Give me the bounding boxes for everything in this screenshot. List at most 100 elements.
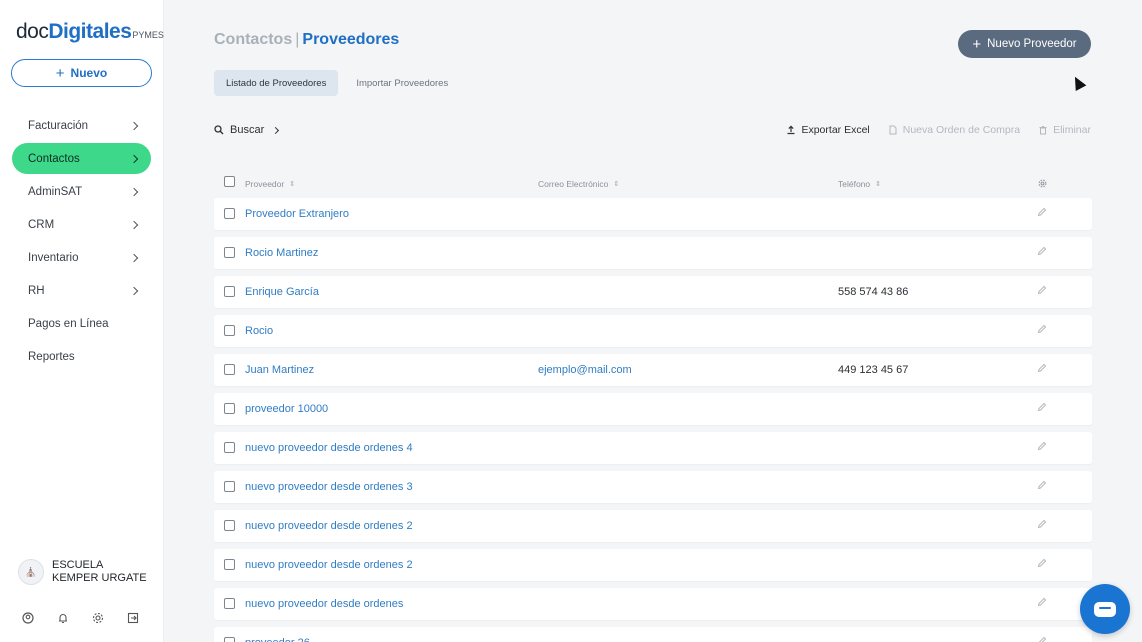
supplier-name-link[interactable]: nuevo proveedor desde ordenes 2 xyxy=(245,559,413,571)
table-row[interactable]: nuevo proveedor desde ordenes xyxy=(214,588,1092,620)
pencil-icon[interactable] xyxy=(1037,246,1049,258)
sidebar-item-label: AdminSAT xyxy=(28,185,83,198)
search-toggle[interactable]: Buscar xyxy=(214,124,280,136)
row-checkbox[interactable] xyxy=(224,637,235,642)
column-settings-icon[interactable] xyxy=(1038,179,1047,188)
select-all-checkbox[interactable] xyxy=(224,176,235,187)
chevron-right-icon xyxy=(129,154,139,163)
breadcrumb-separator: | xyxy=(295,31,300,48)
pencil-icon[interactable] xyxy=(1037,207,1049,219)
table-row[interactable]: Rocio Martinez xyxy=(214,237,1092,269)
new-button[interactable]: + Nuevo xyxy=(11,59,152,87)
sidebar-item-adminsat[interactable]: AdminSAT xyxy=(12,176,151,207)
supplier-name-link[interactable]: nuevo proveedor desde ordenes 3 xyxy=(245,481,413,493)
row-checkbox[interactable] xyxy=(224,598,235,609)
row-checkbox[interactable] xyxy=(224,247,235,258)
sort-icon: ⇕ xyxy=(289,181,296,188)
column-telefono[interactable]: Teléfono ⇕ xyxy=(838,179,881,189)
chat-support-button[interactable] xyxy=(1080,584,1130,634)
sidebar-item-label: Pagos en Línea xyxy=(28,317,109,330)
pencil-icon[interactable] xyxy=(1037,480,1049,492)
row-checkbox[interactable] xyxy=(224,364,235,375)
tab-importar[interactable]: Importar Proveedores xyxy=(344,70,460,96)
sidebar: docDigitalesPYMES + Nuevo Facturación Con… xyxy=(0,0,164,642)
table-header: Proveedor ⇕ Correo Electrónico ⇕ Teléfono ⇕ xyxy=(214,174,1092,194)
supplier-table-body: Proveedor Extranjero Rocio Martinez Enriqu… xyxy=(214,198,1092,642)
table-row[interactable]: Rocio xyxy=(214,315,1092,347)
supplier-name-link[interactable]: proveedor 10000 xyxy=(245,403,328,415)
table-row[interactable]: proveedor 10000 xyxy=(214,393,1092,425)
row-checkbox[interactable] xyxy=(224,403,235,414)
pencil-icon[interactable] xyxy=(1037,285,1049,297)
row-checkbox[interactable] xyxy=(224,208,235,219)
new-purchase-order-button[interactable]: Nueva Orden de Compra xyxy=(888,124,1020,136)
logo-pymes-text: PYMES xyxy=(132,30,164,40)
company-info[interactable]: ⛪ ESCUELA KEMPER URGATE xyxy=(18,559,152,585)
pencil-icon[interactable] xyxy=(1037,597,1049,609)
upload-icon xyxy=(787,125,795,135)
tab-listado[interactable]: Listado de Proveedores xyxy=(214,70,339,96)
pencil-icon[interactable] xyxy=(1037,558,1049,570)
table-row[interactable]: nuevo proveedor desde ordenes 2 xyxy=(214,549,1092,581)
new-purchase-order-label: Nueva Orden de Compra xyxy=(902,124,1021,136)
column-proveedor[interactable]: Proveedor ⇕ xyxy=(245,179,295,189)
table-row[interactable]: nuevo proveedor desde ordenes 2 xyxy=(214,510,1092,542)
column-proveedor-label: Proveedor xyxy=(245,179,285,189)
pencil-icon[interactable] xyxy=(1037,402,1049,414)
tab-importar-label: Importar Proveedores xyxy=(356,77,449,89)
column-correo-label: Correo Electrónico xyxy=(538,179,609,189)
table-row[interactable]: nuevo proveedor desde ordenes 4 xyxy=(214,432,1092,464)
supplier-name-link[interactable]: proveedor 26 xyxy=(245,637,310,642)
pencil-icon[interactable] xyxy=(1037,519,1049,531)
sidebar-bottom-icons xyxy=(22,612,139,624)
table-row[interactable]: Juan Martinez ejemplo@mail.com 449 123 45 … xyxy=(214,354,1092,386)
delete-label: Eliminar xyxy=(1053,124,1091,136)
new-supplier-button[interactable]: + Nuevo Proveedor xyxy=(958,30,1091,58)
sidebar-item-pagos-en-línea[interactable]: Pagos en Línea xyxy=(12,308,151,339)
supplier-name-link[interactable]: nuevo proveedor desde ordenes 4 xyxy=(245,442,413,454)
pencil-icon[interactable] xyxy=(1037,636,1049,642)
sidebar-item-inventario[interactable]: Inventario xyxy=(12,242,151,273)
sidebar-item-reportes[interactable]: Reportes xyxy=(12,341,151,372)
export-excel-button[interactable]: Exportar Excel xyxy=(786,124,870,136)
table-row[interactable]: Proveedor Extranjero xyxy=(214,198,1092,230)
table-row[interactable]: proveedor 26 xyxy=(214,627,1092,642)
row-checkbox[interactable] xyxy=(224,325,235,336)
sidebar-item-crm[interactable]: CRM xyxy=(12,209,151,240)
table-row[interactable]: nuevo proveedor desde ordenes 3 xyxy=(214,471,1092,503)
supplier-name-link[interactable]: nuevo proveedor desde ordenes xyxy=(245,598,403,610)
sidebar-item-contactos[interactable]: Contactos xyxy=(12,143,151,174)
pencil-icon[interactable] xyxy=(1037,363,1049,375)
search-icon xyxy=(214,125,224,135)
row-checkbox[interactable] xyxy=(224,520,235,531)
supplier-name-link[interactable]: Rocio xyxy=(245,325,273,337)
pencil-icon[interactable] xyxy=(1037,324,1049,336)
chevron-right-icon xyxy=(129,121,139,130)
gear-icon[interactable] xyxy=(92,612,104,624)
row-checkbox[interactable] xyxy=(224,481,235,492)
supplier-phone: 449 123 45 67 xyxy=(838,364,909,376)
sidebar-item-facturación[interactable]: Facturación xyxy=(12,110,151,141)
supplier-name-link[interactable]: Enrique García xyxy=(245,286,319,298)
logout-icon[interactable] xyxy=(127,612,139,624)
sidebar-item-label: Reportes xyxy=(28,350,75,363)
supplier-name-link[interactable]: Proveedor Extranjero xyxy=(245,208,349,220)
breadcrumb-section[interactable]: Contactos xyxy=(214,31,292,48)
bell-icon[interactable] xyxy=(57,612,69,624)
row-checkbox[interactable] xyxy=(224,286,235,297)
document-icon xyxy=(889,125,897,135)
supplier-name-link[interactable]: Rocio Martinez xyxy=(245,247,318,259)
sidebar-item-rh[interactable]: RH xyxy=(12,275,151,306)
pencil-icon[interactable] xyxy=(1037,441,1049,453)
app-logo[interactable]: docDigitalesPYMES xyxy=(16,20,164,44)
supplier-name-link[interactable]: Juan Martinez xyxy=(245,364,314,376)
row-checkbox[interactable] xyxy=(224,442,235,453)
table-row[interactable]: Enrique García 558 574 43 86 xyxy=(214,276,1092,308)
user-circle-icon[interactable] xyxy=(22,612,34,624)
logo-digitales-text: Digitales xyxy=(48,20,132,43)
delete-button[interactable]: Eliminar xyxy=(1038,124,1091,136)
supplier-name-link[interactable]: nuevo proveedor desde ordenes 2 xyxy=(245,520,413,532)
column-correo[interactable]: Correo Electrónico ⇕ xyxy=(538,179,619,189)
main-content: Contactos | Proveedores + Nuevo Proveedor … xyxy=(165,0,1142,642)
row-checkbox[interactable] xyxy=(224,559,235,570)
